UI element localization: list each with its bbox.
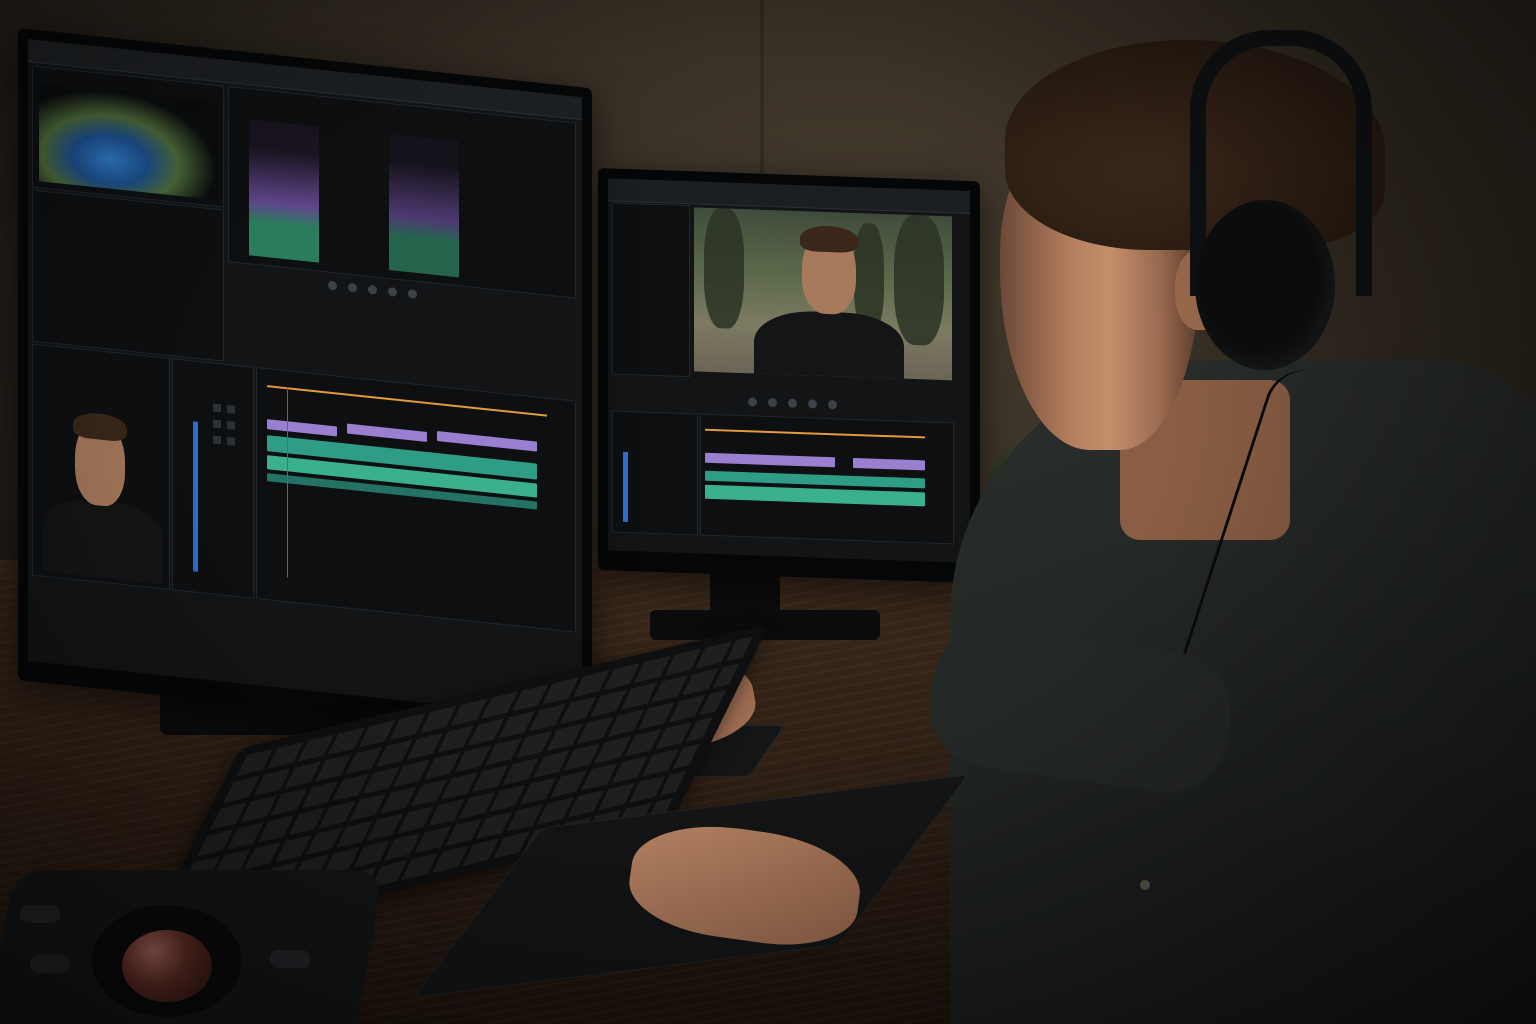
trackball-ball[interactable] (122, 930, 212, 1002)
program-monitor[interactable] (694, 207, 952, 381)
audio-meter-bar (193, 421, 198, 572)
effects-panel[interactable] (32, 189, 224, 362)
audio-clip[interactable] (705, 484, 925, 507)
subject-hair (800, 225, 858, 254)
tool-button[interactable] (227, 436, 235, 446)
waveform-scope (39, 83, 217, 200)
play-button[interactable] (768, 397, 777, 408)
tool-button[interactable] (213, 435, 221, 445)
audio-clip[interactable] (267, 419, 337, 437)
fast-forward-button[interactable] (408, 288, 417, 299)
timeline-panel[interactable] (256, 367, 576, 633)
audio-waveform-panel[interactable] (228, 86, 576, 299)
tree (894, 214, 944, 347)
mark-out-button[interactable] (828, 400, 837, 410)
tool-button[interactable] (227, 420, 235, 430)
step-back-button[interactable] (748, 397, 757, 407)
monitor-base-right (650, 610, 880, 640)
audio-waveform (389, 133, 459, 278)
tool-button[interactable] (213, 419, 221, 429)
scope-panel[interactable] (32, 65, 224, 208)
tree (704, 207, 744, 330)
trackball-button[interactable] (270, 950, 310, 968)
playhead[interactable] (287, 387, 288, 578)
tools-panel[interactable] (172, 358, 254, 599)
source-preview-panel[interactable] (32, 343, 170, 590)
tool-button[interactable] (227, 404, 235, 414)
timeline-ruler[interactable] (267, 385, 547, 417)
step-forward-button[interactable] (388, 286, 397, 297)
timeline-ruler[interactable] (705, 428, 925, 439)
trackball-button[interactable] (20, 905, 60, 923)
shirt-button (1140, 880, 1150, 890)
monitor-left (18, 28, 592, 741)
headphones-earcup (1195, 200, 1335, 370)
step-back-button[interactable] (348, 282, 357, 293)
timeline-panel[interactable] (700, 413, 954, 545)
audio-clip[interactable] (853, 457, 925, 471)
audio-clip[interactable] (705, 452, 835, 468)
mark-in-button[interactable] (808, 399, 817, 409)
subject-body (43, 495, 163, 585)
project-panel[interactable] (612, 202, 690, 378)
tool-button[interactable] (213, 403, 221, 413)
audio-clip[interactable] (347, 423, 427, 442)
monitor-right-screen (608, 178, 970, 563)
monitor-right (598, 168, 980, 584)
audio-clip[interactable] (437, 431, 537, 452)
photo-scene (0, 0, 1536, 1024)
audio-meter-bar (623, 451, 628, 523)
subject-body (754, 309, 904, 381)
rewind-button[interactable] (328, 280, 337, 291)
tools-panel[interactable] (612, 410, 698, 536)
trackball-button[interactable] (30, 955, 70, 973)
play-button[interactable] (368, 284, 377, 295)
audio-waveform (249, 119, 319, 263)
monitor-left-screen (28, 39, 582, 720)
step-forward-button[interactable] (788, 398, 797, 408)
